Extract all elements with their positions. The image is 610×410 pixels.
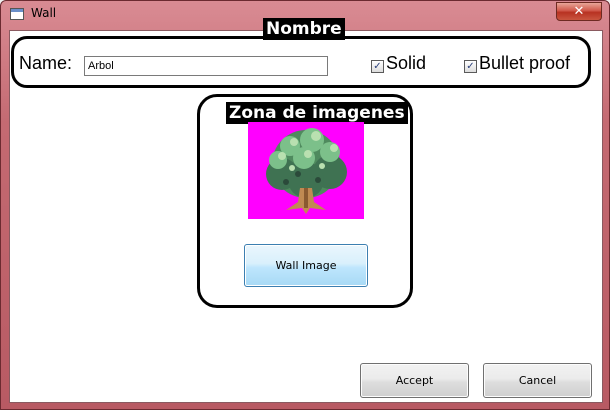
solid-label[interactable]: Solid [386, 53, 426, 74]
dialog-content: Nombre Name: ✓ Solid ✓ Bullet proof Zona… [9, 18, 603, 403]
window-title: Wall [31, 6, 57, 20]
name-input[interactable] [84, 56, 328, 76]
name-label: Name: [19, 53, 73, 73]
wall-image-button[interactable]: Wall Image [244, 244, 368, 287]
nombre-callout: Nombre [263, 18, 345, 40]
cancel-button[interactable]: Cancel [483, 363, 592, 398]
image-section: Zona de imagenes Wall Image [197, 94, 413, 308]
zona-de-imagenes-callout: Zona de imagenes [226, 102, 408, 124]
bullet-proof-label[interactable]: Bullet proof [479, 53, 570, 74]
name-section: Nombre Name: ✓ Solid ✓ Bullet proof [11, 18, 591, 88]
solid-checkbox[interactable]: ✓ [371, 60, 384, 73]
close-icon: ✕ [573, 4, 585, 19]
close-button[interactable]: ✕ [556, 2, 602, 21]
bullet-proof-checkbox[interactable]: ✓ [464, 60, 477, 73]
app-window-icon [10, 8, 24, 20]
wall-image-preview [248, 122, 364, 219]
accept-button[interactable]: Accept [360, 363, 469, 398]
wall-dialog-window: Wall ✕ Nombre Name: ✓ Solid ✓ Bullet pro… [0, 0, 610, 410]
tree-sprite-icon [266, 128, 347, 214]
